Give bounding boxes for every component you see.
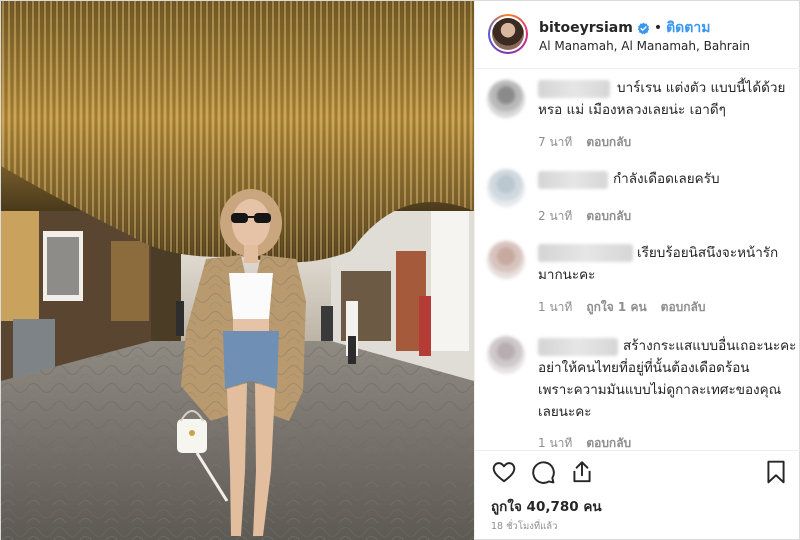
post-timestamp[interactable]: 18 ชั่วโมงที่แล้ว	[491, 519, 557, 534]
bookmark-icon[interactable]	[763, 459, 789, 485]
comments-list[interactable]: บาร์เรน แต่งตัว แบบนี้ได้ด้วย หรอ แม่ เม…	[475, 70, 800, 450]
comment-time[interactable]: 7 นาที	[538, 135, 572, 149]
reply-button[interactable]: ตอบกลับ	[586, 209, 631, 223]
comment-text-line: บาร์เรน แต่งตัว แบบนี้ได้ด้วย	[617, 80, 786, 96]
verified-badge-icon	[637, 22, 650, 34]
follow-button[interactable]: ติดตาม	[666, 17, 710, 39]
comment-text-line: หรอ แม่ เมืองหลวงเลยน่ะ เอาดีๆ	[538, 102, 726, 118]
comment-likes[interactable]: ถูกใจ 1 คน	[586, 300, 646, 314]
username-link[interactable]: bitoeyrsiam	[539, 20, 633, 36]
comment-time[interactable]: 1 นาที	[538, 436, 572, 450]
comment-item: สร้างกระแสแบบอื่นเถอะนะคะ อย่าให้คนไทยที…	[475, 330, 800, 450]
post-header: bitoeyrsiam • ติดตาม Al Manamah, Al Mana…	[475, 1, 800, 69]
post-photo-image	[1, 1, 474, 540]
comment-meta: 1 นาที ตอบกลับ	[538, 434, 645, 450]
comment-meta: 1 นาที ถูกใจ 1 คน ตอบกลับ	[538, 298, 720, 317]
comment-icon[interactable]	[530, 459, 556, 485]
comment-meta: 2 นาที ตอบกลับ	[538, 207, 645, 226]
heart-icon[interactable]	[491, 459, 517, 485]
avatar-story-ring[interactable]	[488, 14, 528, 54]
action-bar	[491, 459, 595, 485]
comment-item: เรียบร้อยนิสนึงจะหน้ารัก มากนะคะ 1 นาที ถ…	[475, 235, 800, 325]
user-line: bitoeyrsiam • ติดตาม	[539, 19, 710, 37]
commenter-name-blurred[interactable]	[538, 80, 610, 98]
post-side-panel: bitoeyrsiam • ติดตาม Al Manamah, Al Mana…	[474, 1, 800, 540]
comment-text-line: เรียบร้อยนิสนึงจะหน้ารัก	[637, 245, 779, 261]
comment-item: บาร์เรน แต่งตัว แบบนี้ได้ด้วย หรอ แม่ เม…	[475, 70, 800, 160]
avatar-image	[492, 18, 524, 50]
post-footer: ถูกใจ 40,780 คน 18 ชั่วโมงที่แล้ว	[475, 450, 800, 540]
comment-text-line: อย่าให้คนไทยที่อยู่ที่นั้นต้องเดือดร้อน	[538, 360, 750, 376]
location-link[interactable]: Al Manamah, Al Manamah, Bahrain	[539, 39, 750, 53]
commenter-avatar[interactable]	[487, 80, 525, 118]
reply-button[interactable]: ตอบกลับ	[586, 135, 631, 149]
share-icon[interactable]	[569, 459, 595, 485]
reply-button[interactable]: ตอบกลับ	[586, 436, 631, 450]
separator-dot: •	[653, 20, 663, 36]
commenter-name-blurred[interactable]	[538, 244, 633, 262]
comment-meta: 7 นาที ตอบกลับ	[538, 133, 645, 152]
comment-text-line: สร้างกระแสแบบอื่นเถอะนะคะ	[623, 338, 797, 354]
likes-count[interactable]: ถูกใจ 40,780 คน	[491, 495, 602, 517]
comment-item: กำลังเดือดเลยครับ 2 นาที ตอบกลับ	[475, 164, 800, 228]
comment-time[interactable]: 1 นาที	[538, 300, 572, 314]
commenter-name-blurred[interactable]	[538, 338, 618, 356]
avatar	[490, 16, 526, 52]
comment-text-line: กำลังเดือดเลยครับ	[613, 171, 720, 187]
comment-text-line: เพราะความมันแบบไม่ดูกาละเทศะของคุณ	[538, 382, 782, 398]
comment-text-line: มากนะคะ	[538, 267, 596, 283]
commenter-avatar[interactable]	[487, 336, 525, 374]
post-photo[interactable]	[1, 1, 474, 540]
commenter-avatar[interactable]	[487, 169, 525, 207]
commenter-avatar[interactable]	[487, 241, 525, 279]
commenter-name-blurred[interactable]	[538, 171, 608, 189]
comment-time[interactable]: 2 นาที	[538, 209, 572, 223]
reply-button[interactable]: ตอบกลับ	[661, 300, 706, 314]
comment-text-line: เลยนะคะ	[538, 404, 592, 420]
instagram-post-window: bitoeyrsiam • ติดตาม Al Manamah, Al Mana…	[0, 0, 800, 540]
